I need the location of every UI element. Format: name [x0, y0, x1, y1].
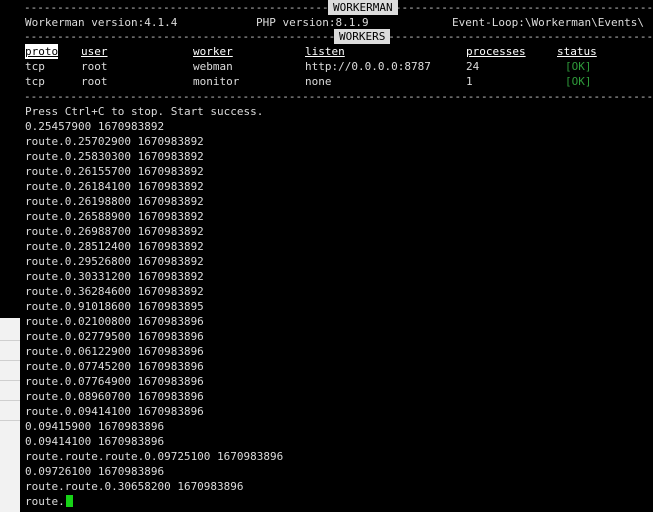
- log-line: 0.09414100 1670983896: [25, 435, 165, 448]
- prompt-line[interactable]: route.: [25, 494, 73, 509]
- status-ok-badge: [OK]: [565, 75, 592, 88]
- workers-table-header: proto user worker listen processes statu…: [25, 44, 653, 59]
- log-line: route.0.09414100 1670983896: [25, 405, 204, 418]
- log-line: route.route.0.30658200 1670983896: [25, 480, 244, 493]
- rule-bottom: ----------------------------------------…: [24, 90, 653, 103]
- cell-processes: 1: [466, 75, 473, 88]
- cell-proto: tcp: [25, 75, 45, 88]
- log-line: 0.25457900 1670983892: [25, 120, 165, 133]
- cell-user: root: [81, 75, 108, 88]
- col-status: status: [557, 45, 597, 58]
- log-line: route.0.36284600 1670983892: [25, 285, 204, 298]
- status-ok-badge: [OK]: [565, 60, 592, 73]
- status-message: Press Ctrl+C to stop. Start success.: [25, 105, 264, 118]
- log-line: route.0.91018600 1670983895: [25, 300, 204, 313]
- terminal-window[interactable]: ----------------------------------------…: [20, 0, 653, 512]
- side-divider: [0, 360, 20, 361]
- cell-user: root: [81, 60, 108, 73]
- left-side-panel: [0, 0, 20, 512]
- log-line: route.0.26155700 1670983892: [25, 165, 204, 178]
- log-line: route.0.06122900 1670983896: [25, 345, 204, 358]
- log-line: route.0.02100800 1670983896: [25, 315, 204, 328]
- workerman-version: Workerman version:4.1.4: [25, 16, 178, 29]
- log-line: route.route.route.0.09725100 1670983896: [25, 450, 284, 463]
- log-line: route.0.30331200 1670983892: [25, 270, 204, 283]
- log-line: 0.09415900 1670983896: [25, 420, 165, 433]
- workerman-banner: WORKERMAN: [328, 0, 398, 15]
- log-line: route.0.02779500 1670983896: [25, 330, 204, 343]
- cell-worker: monitor: [193, 75, 240, 88]
- col-proto: proto: [25, 44, 59, 59]
- cell-worker: webman: [193, 60, 233, 73]
- side-divider: [0, 340, 20, 341]
- log-line: route.0.07764900 1670983896: [25, 375, 204, 388]
- php-version: PHP version:8.1.9: [256, 16, 369, 29]
- side-divider: [0, 400, 20, 401]
- side-panel-strip: [0, 318, 20, 512]
- table-row: tcp root webman http://0.0.0.0:8787 24 […: [25, 59, 653, 74]
- col-listen: listen: [305, 45, 345, 58]
- prompt-text: route.: [25, 495, 65, 508]
- log-line: route.0.07745200 1670983896: [25, 360, 204, 373]
- log-line: route.0.26988700 1670983892: [25, 225, 204, 238]
- log-line: 0.09726100 1670983896: [25, 465, 165, 478]
- side-divider: [0, 420, 20, 421]
- rule-workerman: ----------------------------------------…: [24, 0, 653, 15]
- col-worker: worker: [193, 45, 233, 58]
- cell-listen: http://0.0.0.0:8787: [305, 60, 431, 73]
- table-row: tcp root monitor none 1 [OK]: [25, 74, 653, 89]
- log-line: route.0.25702900 1670983892: [25, 135, 204, 148]
- rule-workers: ----------------------------------------…: [24, 29, 653, 44]
- workers-banner: WORKERS: [334, 29, 391, 44]
- side-divider: [0, 380, 20, 381]
- log-line: route.0.26198800 1670983892: [25, 195, 204, 208]
- event-loop: Event-Loop:\Workerman\Events\: [452, 16, 645, 29]
- col-user: user: [81, 45, 108, 58]
- terminal-cursor: [65, 495, 73, 507]
- log-line: route.0.29526800 1670983892: [25, 255, 204, 268]
- log-line: route.0.26588900 1670983892: [25, 210, 204, 223]
- col-processes: processes: [466, 45, 526, 58]
- cell-listen: none: [305, 75, 332, 88]
- version-info-line: Workerman version:4.1.4 PHP version:8.1.…: [25, 15, 653, 30]
- log-line: route.0.25830300 1670983892: [25, 150, 204, 163]
- cell-proto: tcp: [25, 60, 45, 73]
- cell-processes: 24: [466, 60, 480, 73]
- log-line: route.0.26184100 1670983892: [25, 180, 204, 193]
- log-line: route.0.28512400 1670983892: [25, 240, 204, 253]
- log-line: route.0.08960700 1670983896: [25, 390, 204, 403]
